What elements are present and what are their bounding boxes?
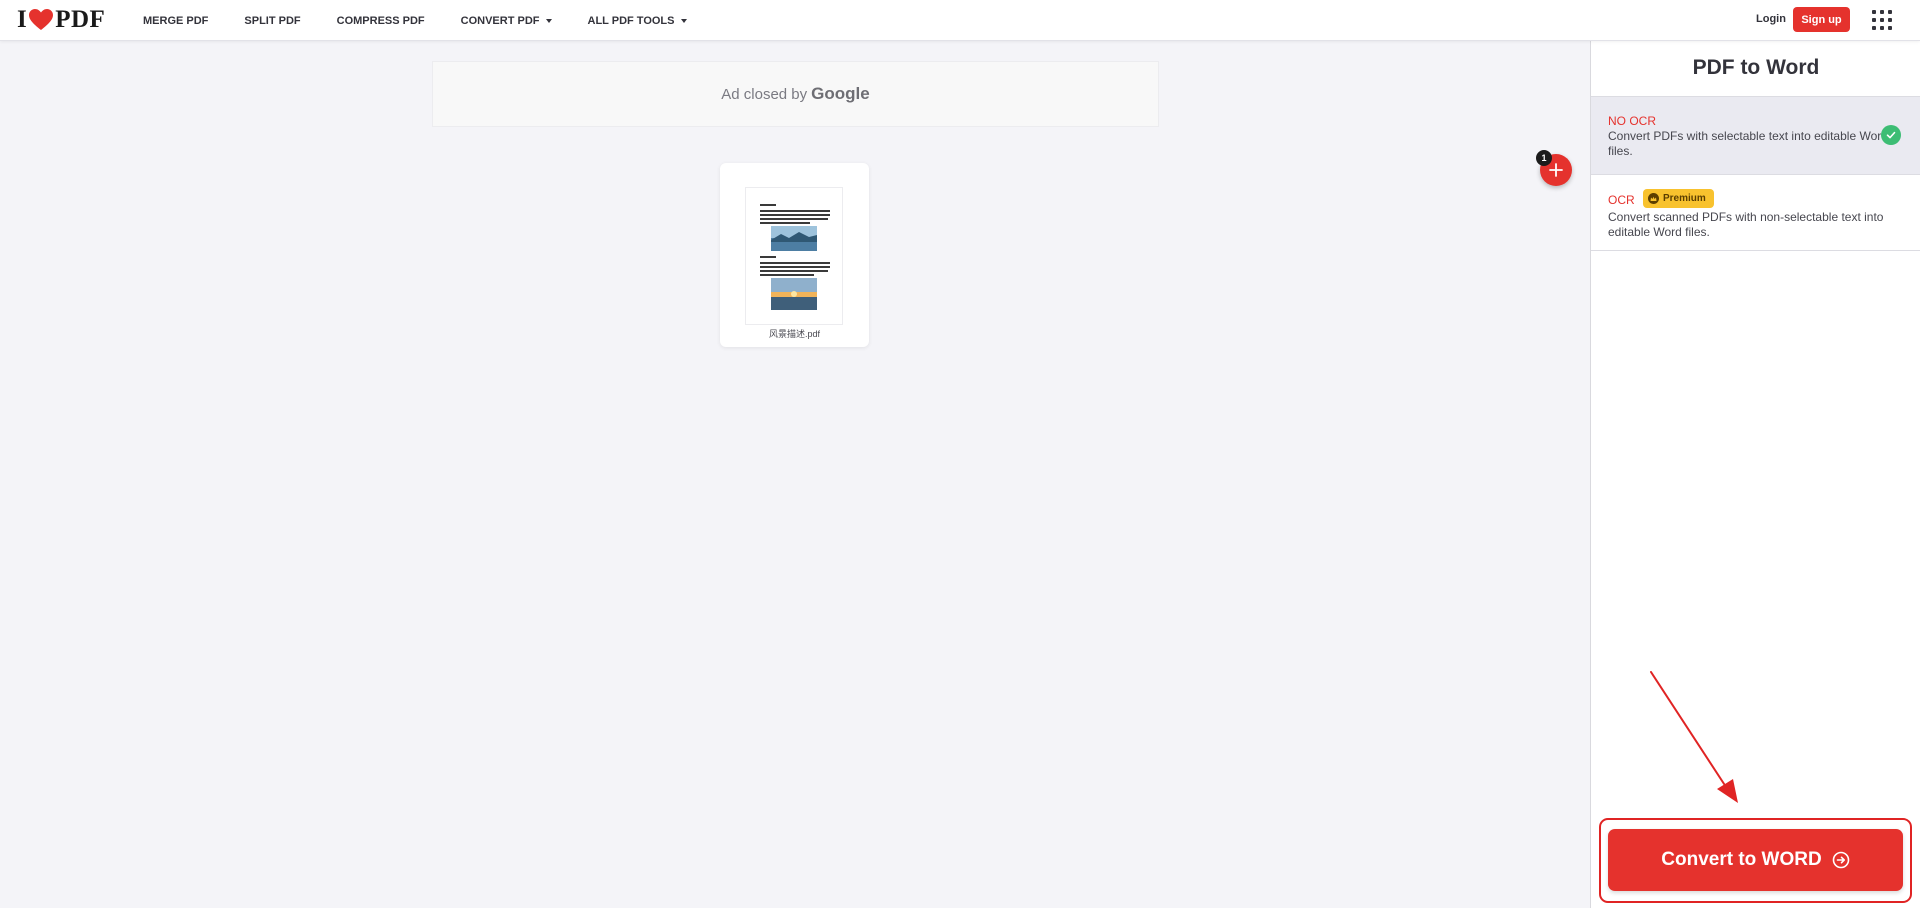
landscape-image-2: [771, 278, 817, 310]
convert-button-label: Convert to WORD: [1661, 849, 1822, 870]
option-ocr[interactable]: OCR Premium Convert scanned PDFs with no…: [1591, 174, 1920, 251]
caret-down-icon: [680, 18, 687, 23]
options-sidebar: PDF to Word NO OCR Convert PDFs with sel…: [1590, 41, 1920, 908]
option-no-ocr[interactable]: NO OCR Convert PDFs with selectable text…: [1591, 96, 1920, 174]
option-ocr-description: Convert scanned PDFs with non-selectable…: [1608, 210, 1884, 239]
pdf-thumbnail: [745, 187, 843, 325]
login-link[interactable]: Login: [1756, 13, 1786, 25]
option-no-ocr-description: Convert PDFs with selectable text into e…: [1608, 129, 1888, 158]
sidebar-title: PDF to Word: [1692, 56, 1820, 79]
nav-convert-pdf[interactable]: CONVERT PDF: [461, 15, 552, 27]
signup-button[interactable]: Sign up: [1793, 7, 1850, 32]
grid-icon[interactable]: [1872, 10, 1892, 30]
logo-text-pdf: PDF: [55, 6, 106, 33]
option-ocr-label: OCR: [1608, 193, 1635, 207]
file-card[interactable]: 风景描述.pdf: [720, 163, 869, 347]
ad-closed-text: Ad closed by: [721, 85, 808, 103]
landscape-image-1: [771, 226, 817, 251]
option-no-ocr-label: NO OCR: [1608, 114, 1656, 128]
logo-letter-i: I: [17, 6, 28, 33]
caret-down-icon: [545, 18, 552, 23]
nav-merge-pdf[interactable]: MERGE PDF: [143, 15, 208, 27]
nav-split-pdf[interactable]: SPLIT PDF: [244, 15, 300, 27]
premium-badge: Premium: [1643, 189, 1714, 208]
convert-to-word-button[interactable]: Convert to WORD: [1608, 829, 1903, 891]
nav-compress-pdf[interactable]: COMPRESS PDF: [337, 15, 425, 27]
plus-icon: [1549, 163, 1563, 177]
ilovepdf-logo[interactable]: I PDF: [17, 6, 105, 34]
nav-all-pdf-tools[interactable]: ALL PDF TOOLS: [588, 15, 687, 27]
file-count-badge: 1: [1536, 150, 1552, 166]
main-nav: MERGE PDF SPLIT PDF COMPRESS PDF CONVERT…: [143, 0, 723, 41]
heart-icon: [29, 9, 54, 30]
ad-placeholder: Ad closed by Google: [432, 61, 1159, 127]
check-icon: [1881, 125, 1901, 145]
google-wordmark: Google: [811, 84, 870, 103]
arrow-right-circle-icon: [1832, 851, 1850, 869]
file-name: 风景描述.pdf: [768, 329, 820, 339]
top-header: I PDF MERGE PDF SPLIT PDF COMPRESS PDF C…: [0, 0, 1920, 41]
crown-icon: [1648, 193, 1659, 204]
